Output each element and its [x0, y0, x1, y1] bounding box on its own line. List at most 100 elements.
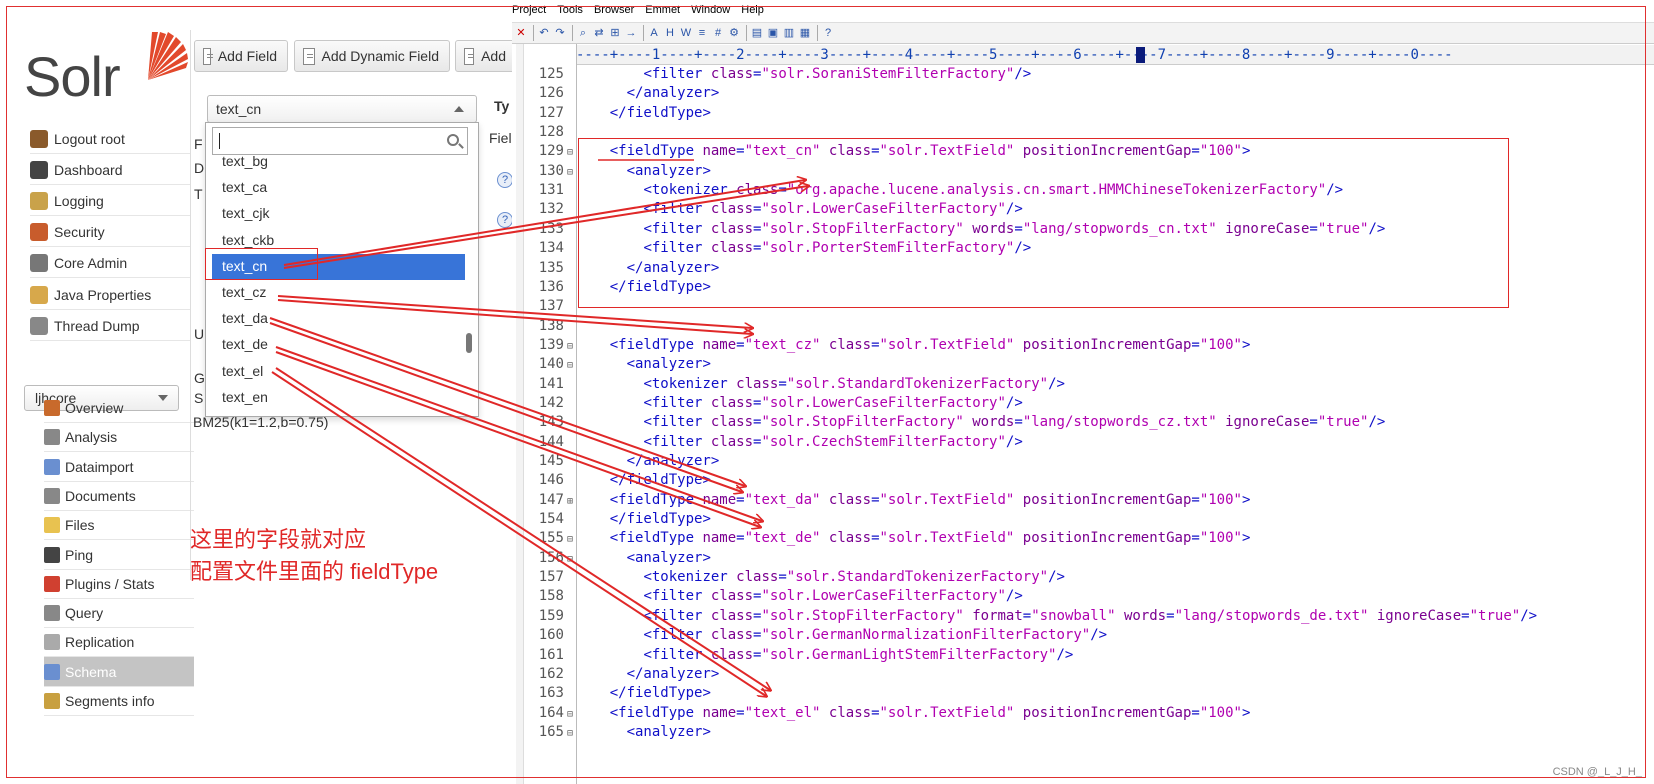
code-line[interactable]: 164 ⊟ <fieldType name="text_el" class="so… [524, 704, 1654, 723]
wordwrap-icon[interactable]: W [679, 26, 693, 40]
add-field-button[interactable]: Add Field [194, 40, 288, 72]
ruler-icon[interactable]: # [711, 26, 725, 40]
code-line[interactable]: 128 [524, 123, 1654, 142]
code-line[interactable]: 160 <filter class="solr.GermanNormalizat… [524, 626, 1654, 645]
code-line[interactable]: 137 [524, 297, 1654, 316]
code-line[interactable]: 146 </fieldType> [524, 471, 1654, 490]
window-split-icon[interactable]: ▥ [782, 26, 796, 40]
code-line[interactable]: 144 <filter class="solr.CzechStemFilterF… [524, 433, 1654, 452]
fieldtype-select[interactable]: text_cn [207, 95, 477, 123]
core-menu-item-query[interactable]: Query [44, 598, 194, 628]
fieldtype-option[interactable]: text_en [212, 385, 465, 411]
core-menu-item-files[interactable]: Files [44, 510, 194, 540]
settings-gear-icon[interactable]: ⚙ [727, 26, 741, 40]
core-menu-item-schema[interactable]: Schema [44, 656, 194, 687]
window-list-icon[interactable]: ▦ [798, 26, 812, 40]
expand-fold-icon[interactable]: ⊞ [564, 492, 576, 511]
close-icon[interactable]: ✕ [514, 26, 528, 40]
core-menu-item-segments-info[interactable]: Segments info [44, 686, 194, 716]
code-line[interactable]: 147 ⊞ <fieldType name="text_da" class="so… [524, 491, 1654, 510]
collapse-fold-icon[interactable]: ⊟ [564, 705, 576, 724]
nav-item-security[interactable]: Security [30, 217, 190, 247]
code-line[interactable]: 142 <filter class="solr.LowerCaseFilterF… [524, 394, 1654, 413]
code-line[interactable]: 134 <filter class="solr.PorterStemFilter… [524, 239, 1654, 258]
code-line[interactable]: 163 </fieldType> [524, 684, 1654, 703]
code-line[interactable]: 126 </analyzer> [524, 84, 1654, 103]
nav-item-thread-dump[interactable]: Thread Dump [30, 311, 190, 341]
fieldtype-option[interactable]: text_cn [212, 253, 465, 280]
redo-icon[interactable]: ↷ [553, 26, 567, 40]
code-line[interactable]: 156 ⊟ <analyzer> [524, 549, 1654, 568]
undo-icon[interactable]: ↶ [537, 26, 551, 40]
editor-menu-help[interactable]: Help [741, 4, 764, 22]
code-line[interactable]: 139 ⊟ <fieldType name="text_cz" class="so… [524, 336, 1654, 355]
collapse-fold-icon[interactable]: ⊟ [564, 530, 576, 549]
nav-item-java-properties[interactable]: Java Properties [30, 280, 190, 310]
code-line[interactable]: 159 <filter class="solr.StopFilterFactor… [524, 607, 1654, 626]
list-icon[interactable]: ≡ [695, 26, 709, 40]
replace-icon[interactable]: ⇄ [592, 26, 606, 40]
collapse-fold-icon[interactable]: ⊟ [564, 143, 576, 162]
code-line[interactable]: 138 [524, 317, 1654, 336]
code-line[interactable]: 125 <filter class="solr.SoraniStemFilter… [524, 65, 1654, 84]
editor-menu-browser[interactable]: Browser [594, 4, 634, 22]
solr-logo[interactable]: Solr [24, 28, 188, 108]
code-line[interactable]: 130 ⊟ <analyzer> [524, 162, 1654, 181]
core-menu-item-documents[interactable]: Documents [44, 481, 194, 511]
find-in-files-icon[interactable]: ⊞ [608, 26, 622, 40]
code-line[interactable]: 143 <filter class="solr.StopFilterFactor… [524, 413, 1654, 432]
fieldtype-option[interactable]: text_da [212, 306, 465, 332]
code-line[interactable]: 157 <tokenizer class="solr.StandardToken… [524, 568, 1654, 587]
fieldtype-option[interactable]: text_el [212, 359, 465, 385]
code-line[interactable]: 145 </analyzer> [524, 452, 1654, 471]
add-dynamic-field-button[interactable]: Add Dynamic Field [294, 40, 450, 72]
window-cascade-icon[interactable]: ▣ [766, 26, 780, 40]
core-menu-item-overview[interactable]: Overview [44, 393, 194, 423]
fieldtype-option[interactable]: text_ca [212, 175, 465, 201]
fieldtype-option[interactable]: text_bg [212, 149, 465, 175]
core-menu-item-plugins-stats[interactable]: Plugins / Stats [44, 569, 194, 599]
window-tile-icon[interactable]: ▤ [750, 26, 764, 40]
find-icon[interactable]: ⌕ [576, 26, 590, 40]
code-line[interactable]: 140 ⊟ <analyzer> [524, 355, 1654, 374]
core-menu-item-ping[interactable]: Ping [44, 540, 194, 570]
collapse-fold-icon[interactable]: ⊟ [564, 550, 576, 569]
dropdown-scrollbar[interactable] [466, 333, 472, 353]
collapse-fold-icon[interactable]: ⊟ [564, 337, 576, 356]
code-line[interactable]: 133 <filter class="solr.StopFilterFactor… [524, 220, 1654, 239]
code-line[interactable]: 154 </fieldType> [524, 510, 1654, 529]
help-cursor-icon[interactable]: ? [821, 26, 835, 40]
code-line[interactable]: 131 <tokenizer class="org.apache.lucene.… [524, 181, 1654, 200]
core-menu-item-analysis[interactable]: Analysis [44, 422, 194, 452]
code-line[interactable]: 141 <tokenizer class="solr.StandardToken… [524, 375, 1654, 394]
editor-menu-window[interactable]: Window [691, 4, 730, 22]
code-line[interactable]: 129 ⊟ <fieldType name="text_cn" class="so… [524, 142, 1654, 161]
editor-menu-project[interactable]: Project [512, 4, 546, 22]
nav-item-logging[interactable]: Logging [30, 186, 190, 216]
nav-item-dashboard[interactable]: Dashboard [30, 155, 190, 185]
help-icon[interactable]: ? [497, 172, 513, 188]
add-copy-field-button[interactable]: Add [455, 40, 517, 72]
editor-menu-tools[interactable]: Tools [557, 4, 583, 22]
collapse-fold-icon[interactable]: ⊟ [564, 356, 576, 375]
core-menu-item-replication[interactable]: Replication [44, 627, 194, 657]
nav-item-logout-root[interactable]: Logout root [30, 124, 190, 154]
goto-icon[interactable]: → [624, 26, 638, 40]
core-menu-item-dataimport[interactable]: Dataimport [44, 452, 194, 482]
code-line[interactable]: 161 <filter class="solr.GermanLightStemF… [524, 646, 1654, 665]
code-line[interactable]: 132 <filter class="solr.LowerCaseFilterF… [524, 200, 1654, 219]
code-line[interactable]: 162 </analyzer> [524, 665, 1654, 684]
help-icon[interactable]: ? [497, 212, 513, 228]
code-line[interactable]: 155 ⊟ <fieldType name="text_de" class="so… [524, 529, 1654, 548]
collapse-fold-icon[interactable]: ⊟ [564, 724, 576, 743]
code-line[interactable]: 136 </fieldType> [524, 278, 1654, 297]
collapse-fold-icon[interactable]: ⊟ [564, 163, 576, 182]
code-line[interactable]: 165 ⊟ <analyzer> [524, 723, 1654, 742]
fieldtype-option[interactable]: text_de [212, 332, 465, 358]
fieldtype-option[interactable]: text_ckb [212, 228, 465, 254]
hex-icon[interactable]: H [663, 26, 677, 40]
code-line[interactable]: 127 </fieldType> [524, 104, 1654, 123]
editor-menu-emmet[interactable]: Emmet [645, 4, 680, 22]
code-line[interactable]: 135 </analyzer> [524, 259, 1654, 278]
code-line[interactable]: 158 <filter class="solr.LowerCaseFilterF… [524, 587, 1654, 606]
